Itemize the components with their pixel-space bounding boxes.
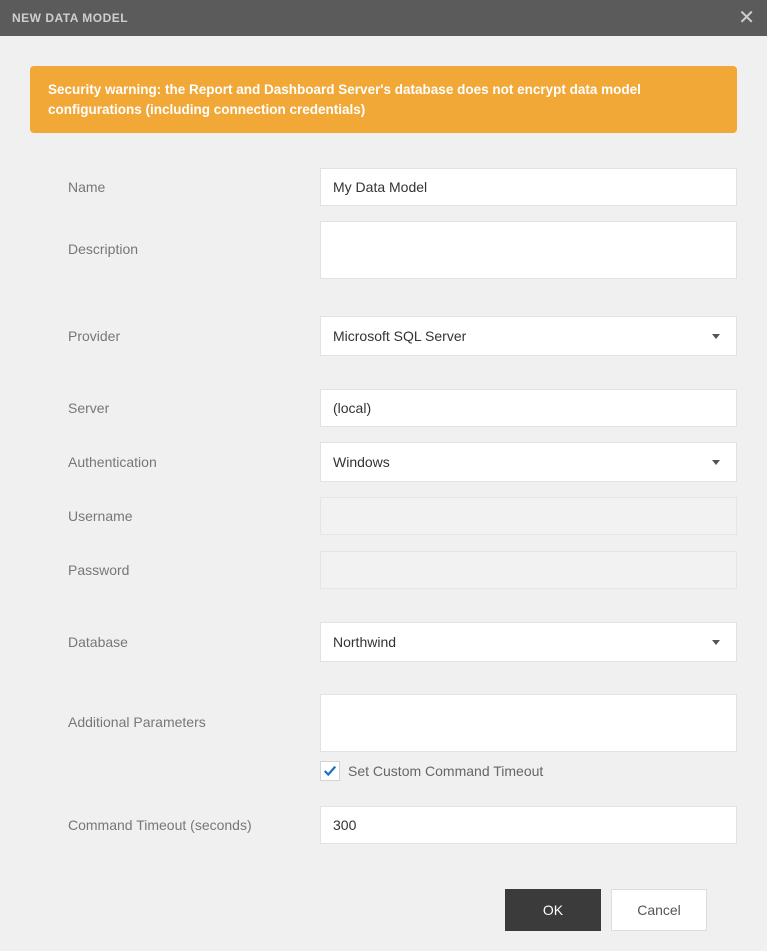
set-custom-timeout-checkbox[interactable] xyxy=(320,761,340,781)
row-command-timeout: Command Timeout (seconds) xyxy=(30,805,737,845)
row-server: Server xyxy=(30,388,737,428)
check-icon xyxy=(323,764,337,778)
name-input[interactable] xyxy=(320,168,737,206)
label-server: Server xyxy=(30,400,320,416)
cancel-button[interactable]: Cancel xyxy=(611,889,707,931)
label-username: Username xyxy=(30,508,320,524)
provider-value: Microsoft SQL Server xyxy=(333,328,466,344)
row-password: Password xyxy=(30,550,737,590)
dialog-content: Security warning: the Report and Dashboa… xyxy=(0,36,767,951)
database-value: Northwind xyxy=(333,634,396,650)
authentication-value: Windows xyxy=(333,454,390,470)
database-select[interactable]: Northwind xyxy=(320,622,737,662)
label-description: Description xyxy=(30,221,320,257)
chevron-down-icon xyxy=(712,640,720,645)
server-input[interactable] xyxy=(320,389,737,427)
row-username: Username xyxy=(30,496,737,536)
row-description: Description xyxy=(30,221,737,284)
description-input[interactable] xyxy=(320,221,737,279)
row-name: Name xyxy=(30,167,737,207)
row-additional-parameters: Additional Parameters Set Custom Command… xyxy=(30,694,737,791)
command-timeout-input[interactable] xyxy=(320,806,737,844)
username-input xyxy=(320,497,737,535)
label-additional-parameters: Additional Parameters xyxy=(30,694,320,730)
row-set-custom-timeout: Set Custom Command Timeout xyxy=(320,761,737,781)
password-input xyxy=(320,551,737,589)
close-icon[interactable]: ✕ xyxy=(738,8,755,28)
chevron-down-icon xyxy=(712,334,720,339)
row-provider: Provider Microsoft SQL Server xyxy=(30,316,737,356)
authentication-select[interactable]: Windows xyxy=(320,442,737,482)
additional-parameters-input[interactable] xyxy=(320,694,737,752)
set-custom-timeout-label: Set Custom Command Timeout xyxy=(348,763,543,779)
chevron-down-icon xyxy=(712,460,720,465)
label-provider: Provider xyxy=(30,328,320,344)
label-name: Name xyxy=(30,179,320,195)
titlebar: NEW DATA MODEL ✕ xyxy=(0,0,767,36)
row-database: Database Northwind xyxy=(30,622,737,662)
ok-button[interactable]: OK xyxy=(505,889,601,931)
label-authentication: Authentication xyxy=(30,454,320,470)
provider-select[interactable]: Microsoft SQL Server xyxy=(320,316,737,356)
security-warning-banner: Security warning: the Report and Dashboa… xyxy=(30,66,737,133)
label-command-timeout: Command Timeout (seconds) xyxy=(30,817,320,833)
dialog-title: NEW DATA MODEL xyxy=(12,11,128,25)
dialog-footer: OK Cancel xyxy=(30,859,737,931)
row-authentication: Authentication Windows xyxy=(30,442,737,482)
label-password: Password xyxy=(30,562,320,578)
label-database: Database xyxy=(30,634,320,650)
